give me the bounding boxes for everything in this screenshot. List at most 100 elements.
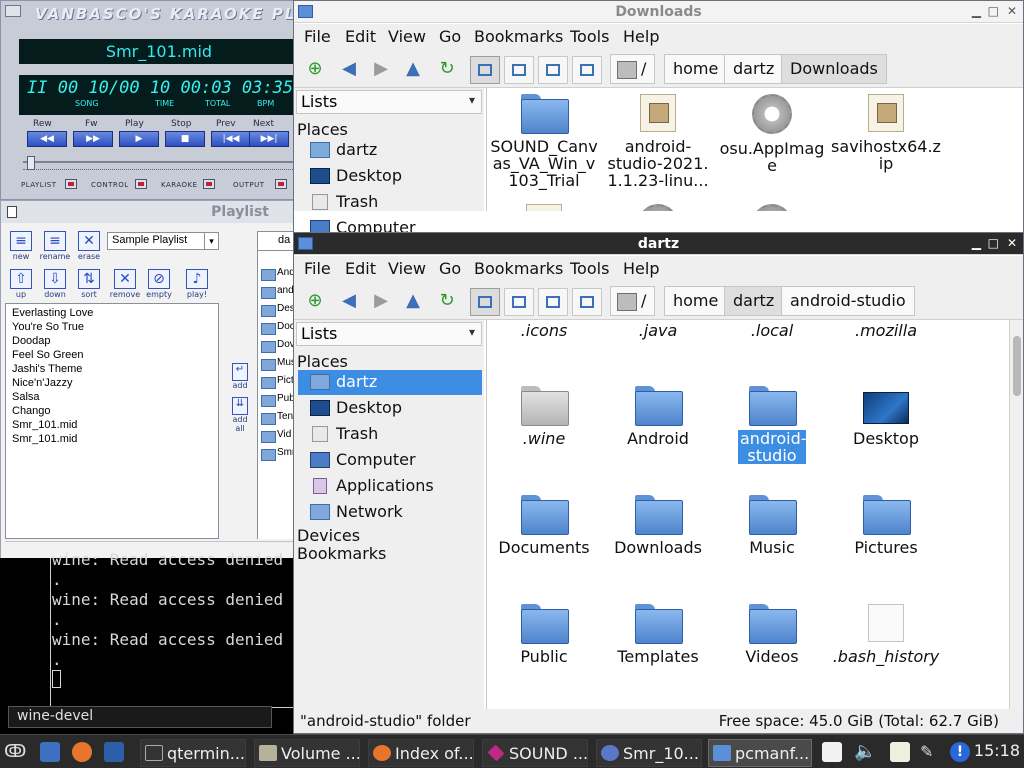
output-panel-toggle[interactable] [275, 179, 287, 189]
file-item[interactable]: .mozilla [829, 322, 943, 339]
menu-go[interactable]: Go [439, 259, 461, 278]
file-item[interactable]: .wine [487, 386, 601, 447]
thumbnail-view-button[interactable] [504, 288, 534, 316]
menu-bookmarks[interactable]: Bookmarks [474, 259, 563, 278]
control-panel-toggle[interactable] [135, 179, 147, 189]
add-all-button[interactable]: ⇊ add all [227, 397, 253, 433]
detail-view-button[interactable] [572, 56, 602, 84]
notes-icon[interactable] [890, 742, 910, 762]
file-item[interactable]: Documents [487, 495, 601, 556]
file-item[interactable]: .java [601, 322, 715, 339]
up-icon[interactable]: ▲ [400, 56, 426, 82]
show-desktop-icon[interactable] [104, 742, 124, 762]
task-firefox[interactable]: Index of... [368, 739, 474, 767]
network-tray-icon[interactable]: ✎ [920, 742, 940, 762]
song-list[interactable]: Everlasting Love You're So True Doodap F… [5, 303, 219, 539]
list-item[interactable]: Chango [12, 404, 212, 418]
breadcrumb-root[interactable]: / [610, 54, 656, 84]
file-item[interactable]: Templates [601, 604, 715, 665]
position-slider-track[interactable] [23, 161, 293, 163]
file-item[interactable]: Android [601, 386, 715, 447]
play-playlist-button[interactable]: ♪ play! [177, 269, 217, 299]
menu-file[interactable]: File [304, 259, 331, 278]
file-item[interactable]: .icons [487, 322, 601, 339]
playlist-system-button[interactable] [7, 206, 17, 218]
menu-file[interactable]: File [304, 27, 331, 46]
breadcrumb-dartz[interactable]: dartz [724, 54, 784, 84]
menu-help[interactable]: Help [623, 259, 659, 278]
maximize-button[interactable]: □ [988, 4, 999, 18]
forward-icon[interactable]: ▶ [368, 288, 394, 314]
playlist-select[interactable]: Sample Playlist ▾ [107, 232, 219, 250]
breadcrumb-home[interactable]: home [664, 286, 728, 316]
play-button[interactable]: ▶ [119, 131, 159, 147]
system-menu-button[interactable] [5, 5, 21, 17]
menu-view[interactable]: View [388, 27, 426, 46]
sidebar-item-network[interactable]: Network [298, 500, 482, 525]
empty-button[interactable]: ⊘ empty [139, 269, 179, 299]
file-item[interactable]: osu.AppImag e [715, 94, 829, 174]
list-item[interactable]: Jashi's Theme [12, 362, 212, 376]
start-menu-icon[interactable]: ↂ [4, 742, 26, 762]
side-pane-mode-select[interactable]: Lists [296, 90, 482, 114]
breadcrumb-root[interactable]: / [610, 286, 656, 316]
sidebar-item-trash[interactable]: Trash [298, 190, 482, 215]
close-button[interactable]: ✕ [1007, 4, 1017, 18]
menu-edit[interactable]: Edit [345, 27, 376, 46]
list-item[interactable]: Smr_101.mid [12, 418, 212, 432]
sidebar-item-computer[interactable]: Computer [298, 448, 482, 473]
breadcrumb-downloads[interactable]: Downloads [781, 54, 887, 84]
minimize-button[interactable]: ▁ [972, 236, 981, 250]
menu-help[interactable]: Help [623, 27, 659, 46]
menu-bookmarks[interactable]: Bookmarks [474, 27, 563, 46]
file-item[interactable]: Music [715, 495, 829, 556]
new-tab-icon[interactable]: ⊕ [302, 56, 328, 82]
task-sound-canvas[interactable]: SOUND ... [482, 739, 588, 767]
list-item[interactable]: Doodap [12, 334, 212, 348]
breadcrumb-home[interactable]: home [664, 54, 728, 84]
file-item[interactable]: android- studio [715, 386, 829, 464]
sidebar-item-applications[interactable]: Applications [298, 474, 482, 499]
menu-tools[interactable]: Tools [570, 27, 609, 46]
previous-button[interactable]: |◀◀ [211, 131, 251, 147]
close-button[interactable]: ✕ [1007, 236, 1017, 250]
detail-view-button[interactable] [572, 288, 602, 316]
info-notification-icon[interactable]: ! [950, 742, 970, 762]
breadcrumb-dartz[interactable]: dartz [724, 286, 784, 316]
list-item[interactable]: Nice'n'Jazzy [12, 376, 212, 390]
breadcrumb-android-studio[interactable]: android-studio [781, 286, 915, 316]
file-item[interactable]: Downloads [601, 495, 715, 556]
file-item[interactable]: .local [715, 322, 829, 339]
sidebar-item-desktop[interactable]: Desktop [298, 164, 482, 189]
list-item[interactable]: Salsa [12, 390, 212, 404]
list-item[interactable]: Smr_101.mid [12, 432, 212, 446]
sidebar-item-trash[interactable]: Trash [298, 422, 482, 447]
task-qterminal[interactable]: qtermin... [140, 739, 246, 767]
compact-view-button[interactable] [538, 288, 568, 316]
stop-button[interactable]: ■ [165, 131, 205, 147]
file-view[interactable]: SOUND_Canv as_VA_Win_v 103_Trial android… [486, 88, 1023, 211]
task-pcmanfm[interactable]: pcmanf... [708, 739, 812, 767]
scrollbar-thumb[interactable] [1013, 336, 1021, 396]
file-item[interactable]: Videos [715, 604, 829, 665]
list-item[interactable]: Feel So Green [12, 348, 212, 362]
file-view[interactable]: .icons .java .local .mozilla .wine Andro… [486, 320, 1023, 709]
icon-view-button[interactable] [470, 56, 500, 84]
sidebar-item-dartz[interactable]: dartz [298, 138, 482, 163]
icon-view-button[interactable] [470, 288, 500, 316]
file-item[interactable]: .bash_history [829, 604, 943, 665]
file-item[interactable] [601, 204, 715, 211]
back-icon[interactable]: ◀ [336, 56, 362, 82]
file-item[interactable]: Pictures [829, 495, 943, 556]
file-item[interactable]: SOUND_Canv as_VA_Win_v 103_Trial [487, 94, 601, 189]
file-item[interactable]: Public [487, 604, 601, 665]
erase-button[interactable]: ✕ erase [69, 231, 109, 261]
forward-icon[interactable]: ▶ [368, 56, 394, 82]
menu-edit[interactable]: Edit [345, 259, 376, 278]
menu-go[interactable]: Go [439, 27, 461, 46]
file-item[interactable]: savihostx64.z ip [829, 94, 943, 172]
task-volume[interactable]: Volume ... [254, 739, 360, 767]
menu-tools[interactable]: Tools [570, 259, 609, 278]
new-tab-icon[interactable]: ⊕ [302, 288, 328, 314]
back-icon[interactable]: ◀ [336, 288, 362, 314]
